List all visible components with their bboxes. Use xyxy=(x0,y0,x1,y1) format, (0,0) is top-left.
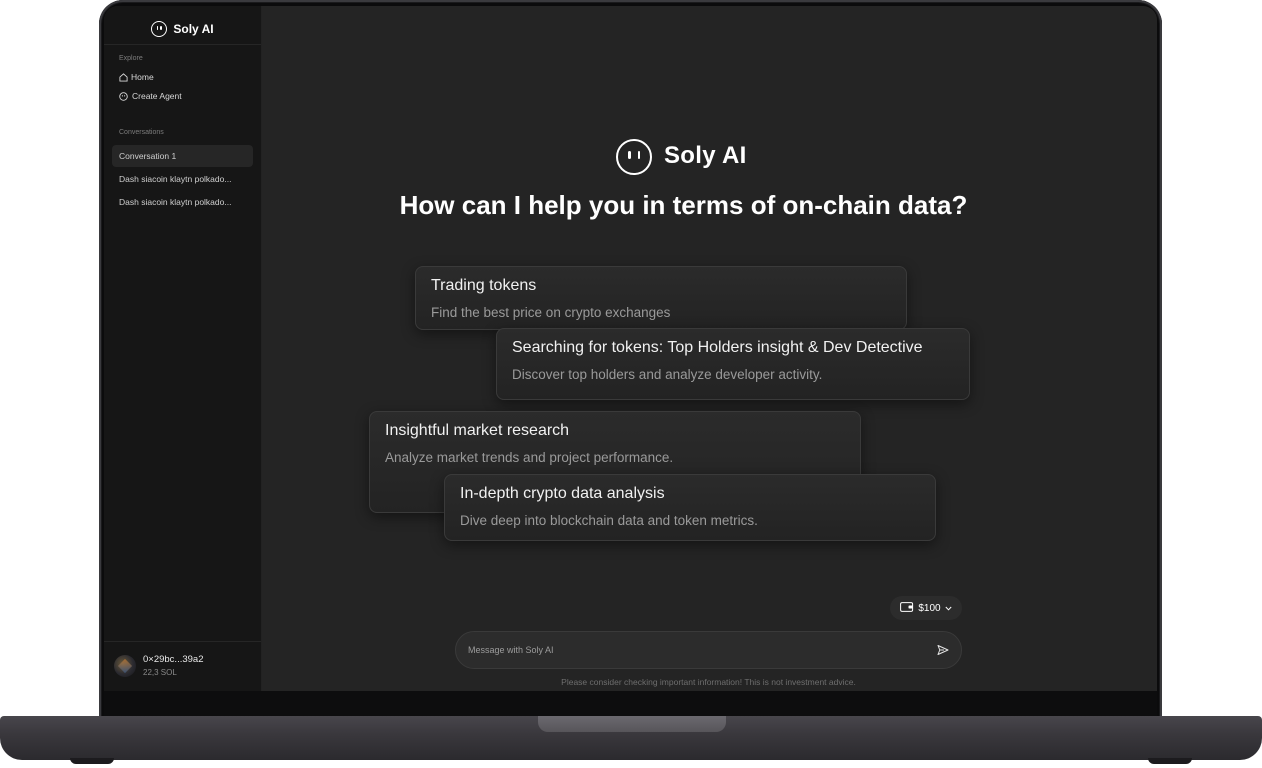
chevron-down-icon xyxy=(945,603,952,614)
card-title: Insightful market research xyxy=(385,422,570,439)
sidebar-item-home[interactable]: Home xyxy=(119,72,154,82)
laptop-foot xyxy=(1148,758,1192,764)
suggestion-card-analysis[interactable]: In-depth crypto data analysis Dive deep … xyxy=(444,474,936,541)
soly-logo-icon xyxy=(151,21,168,37)
budget-value: $100 xyxy=(918,602,941,614)
message-composer xyxy=(455,631,962,669)
suggestion-card-trading[interactable]: Trading tokens Find the best price on cr… xyxy=(415,266,907,330)
conversation-item[interactable]: Conversation 1 xyxy=(112,145,253,167)
soly-logo-icon xyxy=(616,139,652,175)
conversation-item[interactable]: Dash siacoin klaytn polkado... xyxy=(112,168,253,190)
app-screen: Soly AI Explore Home Create Agent Conver… xyxy=(104,6,1157,691)
divider xyxy=(104,641,261,642)
card-title: Trading tokens xyxy=(431,277,537,294)
screen-bezel xyxy=(104,691,1157,717)
laptop-foot xyxy=(70,758,114,764)
sidebar-brand[interactable]: Soly AI xyxy=(104,14,261,44)
main-brand: Soly AI xyxy=(664,142,747,169)
suggestion-card-searching[interactable]: Searching for tokens: Top Holders insigh… xyxy=(496,328,970,400)
card-title: Searching for tokens: Top Holders insigh… xyxy=(512,339,923,356)
home-icon xyxy=(119,73,128,82)
message-input[interactable] xyxy=(466,644,935,656)
avatar xyxy=(114,654,136,677)
card-description: Find the best price on crypto exchanges xyxy=(431,305,671,320)
send-icon[interactable] xyxy=(935,642,951,658)
sidebar-item-create-agent[interactable]: Create Agent xyxy=(119,91,182,101)
page-title: How can I help you in terms of on-chain … xyxy=(399,190,968,220)
card-description: Discover top holders and analyze develop… xyxy=(512,367,823,382)
sidebar-brand-label: Soly AI xyxy=(173,22,214,36)
wallet-balance: 22,3 SOL xyxy=(143,668,177,677)
conversations-heading: Conversations xyxy=(119,129,164,136)
sidebar-item-label: Create Agent xyxy=(132,91,182,101)
agent-icon xyxy=(119,91,128,101)
wallet-address: 0×29bc...39a2 xyxy=(143,654,204,665)
sidebar-item-label: Home xyxy=(131,72,154,82)
divider xyxy=(104,44,261,45)
budget-selector[interactable]: $100 xyxy=(890,596,962,620)
card-description: Dive deep into blockchain data and token… xyxy=(460,513,758,528)
explore-heading: Explore xyxy=(119,55,143,62)
sidebar: Soly AI Explore Home Create Agent Conver… xyxy=(104,6,262,691)
wallet-icon xyxy=(900,601,914,615)
disclaimer: Please consider checking important infor… xyxy=(561,677,856,687)
card-description: Analyze market trends and project perfor… xyxy=(385,450,674,465)
wallet-account[interactable]: 0×29bc...39a2 22,3 SOL xyxy=(114,654,203,677)
card-title: In-depth crypto data analysis xyxy=(460,485,665,502)
laptop-notch xyxy=(538,716,726,732)
